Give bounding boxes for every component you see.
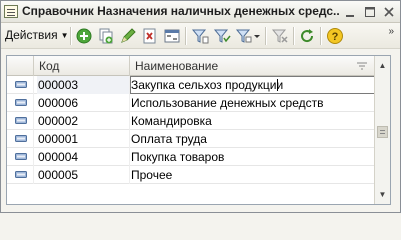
cell-name[interactable]: Прочее (130, 166, 375, 184)
vertical-scrollbar[interactable]: ▲ ▼ (374, 56, 390, 204)
table-body: 000003 Закупка сельхоз продукции 000006 Исп… (7, 76, 375, 184)
catalog-icon (4, 5, 18, 18)
column-header-name[interactable]: Наименование (129, 56, 375, 76)
cell-name[interactable]: Оплата труда (130, 130, 375, 148)
cell-code[interactable]: 000001 (37, 130, 129, 148)
cell-name[interactable]: Командировка (130, 112, 375, 130)
toolbar-overflow-button[interactable]: » (388, 26, 394, 37)
svg-text:?: ? (332, 31, 339, 43)
scroll-down-icon[interactable]: ▼ (375, 187, 390, 202)
cell-name[interactable]: Покупка товаров (130, 148, 375, 166)
sort-icon (357, 62, 367, 70)
toolbar-separator (293, 27, 294, 45)
catalog-item-icon (15, 135, 27, 142)
catalog-window: Справочник Назначения наличных денежных … (0, 0, 401, 213)
cell-code[interactable]: 000003 (37, 76, 129, 94)
cell-code[interactable]: 000005 (37, 166, 129, 184)
delete-mark-icon[interactable] (141, 27, 159, 45)
toolbar: Действия ▼ ? » (1, 23, 400, 49)
catalog-item-icon (15, 81, 27, 88)
toolbar-separator (320, 27, 321, 45)
filter-dropdown-icon[interactable] (235, 27, 261, 45)
filter-by-value-icon[interactable] (213, 27, 231, 45)
filter-icon[interactable] (191, 27, 209, 45)
actions-label: Действия (5, 28, 58, 42)
cell-code[interactable]: 000002 (37, 112, 129, 130)
cell-code[interactable]: 000006 (37, 94, 129, 112)
cell-name[interactable]: Закупка сельхоз продукции (130, 76, 375, 94)
cell-divider (33, 76, 34, 94)
cell-name[interactable]: Использование денежных средств (130, 94, 375, 112)
table-row[interactable]: 000003 Закупка сельхоз продукции (7, 76, 375, 94)
minimize-icon (346, 15, 354, 17)
window-title: Справочник Назначения наличных денежных … (22, 4, 340, 18)
edit-icon[interactable] (119, 27, 137, 45)
catalog-item-icon (15, 171, 27, 178)
minimize-button[interactable] (344, 5, 358, 19)
toolbar-separator (185, 27, 186, 45)
table-header: Код Наименование (7, 56, 375, 76)
catalog-table[interactable]: Код Наименование 000003 Закупка сельхоз п… (6, 55, 391, 205)
actions-menu[interactable]: Действия ▼ (5, 28, 69, 42)
copy-icon[interactable] (97, 27, 115, 45)
table-row[interactable]: 000001 Оплата труда (7, 130, 375, 148)
close-icon (384, 7, 394, 17)
cell-divider (33, 166, 34, 184)
catalog-item-icon (15, 99, 27, 106)
maximize-icon (365, 7, 375, 17)
view-mode-icon[interactable] (163, 27, 181, 45)
help-icon[interactable]: ? (326, 27, 344, 45)
cell-divider (33, 112, 34, 130)
cell-divider (33, 130, 34, 148)
cell-divider (33, 94, 34, 112)
clear-filter-icon[interactable] (271, 27, 289, 45)
column-header-name-label: Наименование (135, 59, 219, 73)
table-row[interactable]: 000006 Использование денежных средств (7, 94, 375, 112)
column-header-code[interactable]: Код (33, 56, 129, 76)
chevron-double-right-icon: » (388, 26, 394, 37)
add-icon[interactable] (75, 27, 93, 45)
toolbar-separator (70, 27, 71, 45)
scroll-up-icon[interactable]: ▲ (375, 58, 390, 73)
toolbar-separator (265, 27, 266, 45)
chevron-down-icon: ▼ (60, 31, 69, 40)
table-row[interactable]: 000004 Покупка товаров (7, 148, 375, 166)
title-bar[interactable]: Справочник Назначения наличных денежных … (1, 1, 400, 23)
catalog-item-icon (15, 153, 27, 160)
table-row[interactable]: 000005 Прочее (7, 166, 375, 184)
cell-divider (33, 148, 34, 166)
scroll-thumb[interactable] (377, 126, 388, 138)
catalog-item-icon (15, 117, 27, 124)
cell-code[interactable]: 000004 (37, 148, 129, 166)
close-button[interactable] (382, 5, 396, 19)
table-row[interactable]: 000002 Командировка (7, 112, 375, 130)
refresh-icon[interactable] (298, 27, 316, 45)
maximize-button[interactable] (363, 5, 377, 19)
